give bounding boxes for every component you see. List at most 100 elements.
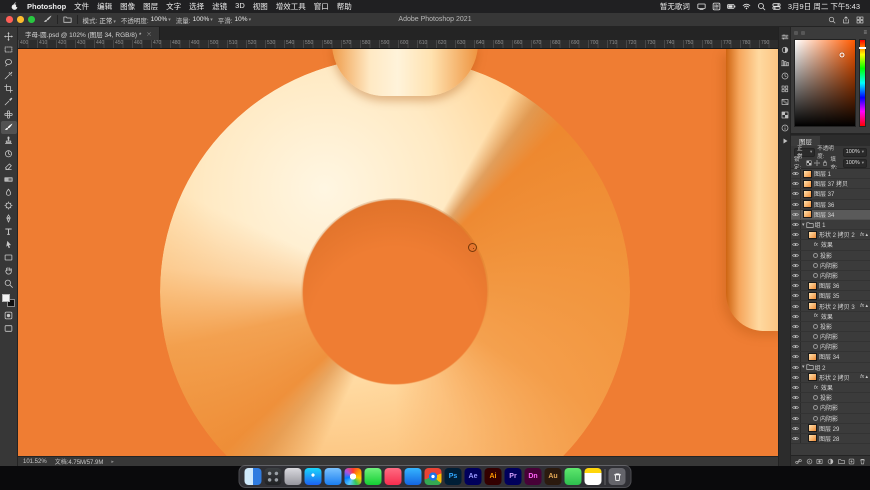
menu-plugins[interactable]: 增效工具 — [276, 1, 306, 12]
visibility-eye-icon[interactable] — [791, 403, 801, 413]
foreground-color-swatch[interactable] — [2, 294, 10, 302]
dock-mail[interactable] — [324, 468, 342, 485]
menu-help[interactable]: 帮助 — [337, 1, 352, 12]
window-close-button[interactable] — [6, 16, 13, 23]
menu-window[interactable]: 窗口 — [314, 1, 329, 12]
app-menu[interactable]: Photoshop — [27, 2, 66, 11]
tool-eyedropper[interactable] — [1, 95, 17, 108]
tool-history-brush[interactable] — [1, 147, 17, 160]
visibility-eye-icon[interactable] — [791, 332, 801, 342]
dock-chrome[interactable] — [424, 468, 442, 485]
wifi-icon[interactable] — [742, 2, 751, 11]
layer-row-13[interactable]: 形状 2 拷贝 3 fx ▴ — [791, 301, 870, 312]
flow-option[interactable]: 流量: 100% — [176, 15, 213, 25]
layer-row-11[interactable]: 图层 36 — [791, 281, 870, 292]
layers-opacity-select[interactable]: 100% — [842, 147, 867, 157]
lock-position-icon[interactable] — [814, 160, 821, 166]
visibility-eye-icon[interactable] — [791, 219, 801, 230]
visibility-eye-icon[interactable] — [791, 270, 801, 281]
brush-settings-icon[interactable] — [62, 15, 72, 24]
delete-icon[interactable] — [859, 458, 866, 465]
tool-clone-stamp[interactable] — [1, 134, 17, 147]
fill-select[interactable]: 100% — [842, 158, 867, 168]
dock-wechat[interactable] — [564, 468, 582, 485]
window-minimize-button[interactable] — [17, 16, 24, 23]
menu-3d[interactable]: 3D — [235, 1, 245, 12]
search-icon[interactable] — [757, 2, 766, 11]
group-icon[interactable] — [838, 458, 845, 465]
fx-badge[interactable]: fx ▴ — [860, 374, 870, 380]
visibility-eye-icon[interactable] — [791, 342, 801, 352]
tool-marquee[interactable] — [1, 43, 17, 56]
window-zoom-button[interactable] — [28, 16, 35, 23]
dock-photos[interactable] — [344, 468, 362, 485]
visibility-eye-icon[interactable] — [791, 240, 801, 250]
layer-row-2[interactable]: 图层 37 — [791, 189, 870, 200]
screen-mode-button[interactable] — [1, 322, 17, 335]
menu-edit[interactable]: 编辑 — [97, 1, 112, 12]
dock-audition[interactable]: Au — [544, 468, 562, 485]
search-icon[interactable] — [828, 16, 836, 24]
fx-badge[interactable]: fx ▴ — [860, 232, 870, 238]
visibility-eye-icon[interactable] — [791, 382, 801, 393]
color-swatches[interactable] — [2, 294, 15, 307]
hue-marker[interactable] — [859, 46, 866, 49]
menu-filter[interactable]: 滤镜 — [212, 1, 227, 12]
visibility-eye-icon[interactable] — [791, 372, 801, 382]
visibility-eye-icon[interactable] — [791, 321, 801, 331]
swatches-tab-icon[interactable] — [801, 31, 805, 35]
tool-path-select[interactable] — [1, 238, 17, 251]
layer-row-20[interactable]: 形状 2 拷贝 fx ▴ — [791, 372, 870, 383]
dock-launchpad[interactable] — [264, 468, 282, 485]
layer-row-14[interactable]: fx 效果 — [791, 311, 870, 322]
tool-blur[interactable] — [1, 186, 17, 199]
tab-close-icon[interactable] — [146, 31, 152, 37]
visibility-eye-icon[interactable] — [791, 209, 801, 219]
dock-finder[interactable] — [244, 468, 262, 485]
visibility-eye-icon[interactable] — [791, 291, 801, 301]
color-tab-icon[interactable] — [794, 31, 798, 35]
smoothing-value[interactable]: 10% — [235, 16, 252, 23]
layer-row-23[interactable]: 内阴影 — [791, 403, 870, 414]
smoothing-option[interactable]: 平滑: 10% — [218, 15, 251, 25]
menu-layer[interactable]: 图层 — [143, 1, 158, 12]
share-icon[interactable] — [842, 15, 850, 24]
dock-settings[interactable] — [284, 468, 302, 485]
menu-datetime[interactable]: 3月9日 周二 下午5:43 — [788, 1, 860, 12]
layer-row-21[interactable]: fx 效果 — [791, 382, 870, 394]
tool-hand[interactable] — [1, 264, 17, 277]
layer-row-5[interactable]: ▾ 组 1 — [791, 219, 870, 231]
visibility-eye-icon[interactable] — [791, 433, 801, 444]
panel-properties-icon[interactable] — [780, 32, 789, 41]
layer-row-22[interactable]: 投影 — [791, 393, 870, 404]
menu-view[interactable]: 视图 — [253, 1, 268, 12]
layer-row-25[interactable]: 图层 29 — [791, 423, 870, 434]
layer-row-17[interactable]: 内阴影 — [791, 342, 870, 353]
layer-row-9[interactable]: 内阴影 — [791, 260, 870, 271]
layer-row-26[interactable]: 图层 28 — [791, 433, 870, 445]
panel-patterns-icon[interactable] — [780, 110, 789, 119]
dock-premiere[interactable]: Pr — [504, 468, 522, 485]
layer-row-4[interactable]: 图层 34 — [791, 209, 870, 220]
dock-messages[interactable] — [364, 468, 382, 485]
saturation-brightness-field[interactable] — [794, 39, 856, 127]
control-center-icon[interactable] — [772, 2, 781, 11]
panel-info-icon[interactable] — [780, 123, 789, 132]
status-options-caret[interactable] — [111, 459, 114, 465]
layer-row-24[interactable]: 内阴影 — [791, 413, 870, 424]
layer-row-0[interactable]: 图层 1 — [791, 169, 870, 180]
dock-dimension[interactable]: Dn — [524, 468, 542, 485]
opacity-option[interactable]: 不透明度: 100% — [121, 15, 171, 25]
lock-all-icon[interactable] — [822, 160, 828, 166]
visibility-eye-icon[interactable] — [791, 413, 801, 423]
workspace-icon[interactable] — [856, 16, 864, 24]
tool-magic-wand[interactable] — [1, 69, 17, 82]
document-tab[interactable]: 字母-圆.psd @ 102% (图层 34, RGB/8) * — [18, 27, 161, 40]
layer-row-19[interactable]: ▾ 组 2 — [791, 362, 870, 373]
panel-swatches-icon[interactable] — [780, 84, 789, 93]
screen-mirroring-icon[interactable] — [697, 2, 706, 11]
visibility-eye-icon[interactable] — [791, 423, 801, 433]
tool-gradient[interactable] — [1, 173, 17, 186]
layer-row-1[interactable]: 图层 37 拷贝 — [791, 179, 870, 190]
zoom-level[interactable]: 101.52% — [23, 459, 47, 465]
